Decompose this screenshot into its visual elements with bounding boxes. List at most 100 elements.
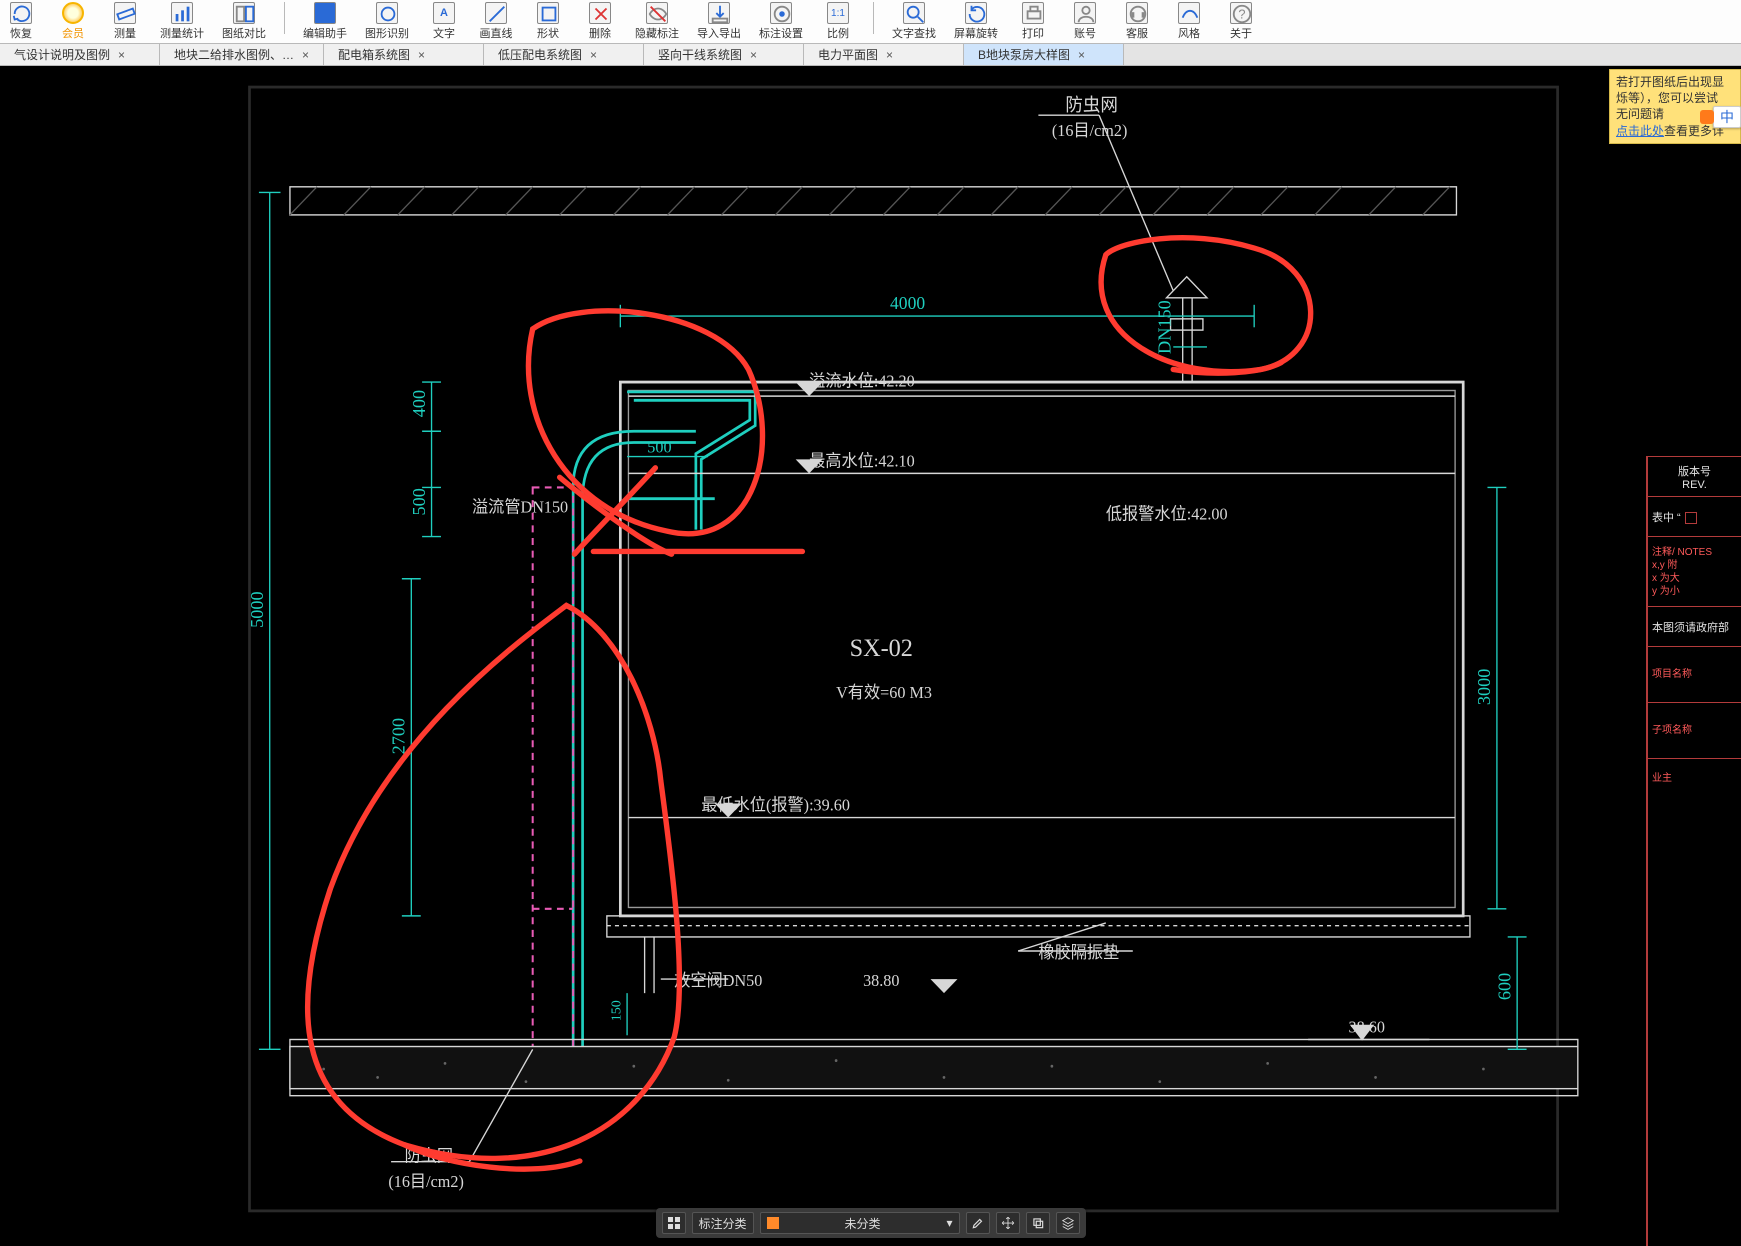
tool-shape-rec[interactable]: 图形识别 [365,2,409,41]
grid-icon[interactable] [661,1212,685,1234]
tool-compare[interactable]: 图纸对比 [222,2,266,41]
drawing-canvas[interactable]: 防虫网 (16目/cm2) 4000 DN150 5000 400 500 50… [0,66,1741,1246]
checkbox-icon [1685,512,1697,524]
tool-vip[interactable]: 会员 [56,2,90,41]
shape-icon [537,2,559,24]
tab-label: 配电箱系统图 [338,46,410,63]
move-button[interactable] [996,1212,1020,1234]
note-line: 烁等），您可以尝试 [1616,91,1718,105]
tool-about[interactable]: ? 关于 [1224,2,1258,41]
annot-category-dropdown[interactable]: 未分类 ▾ [760,1212,960,1234]
tab-label: 电力平面图 [818,46,878,63]
tab-label: 竖向干线系统图 [658,46,742,63]
rotate-icon [965,2,987,24]
close-icon[interactable]: × [118,48,125,62]
tab-power-plan[interactable]: 电力平面图 × [804,44,964,65]
about-icon: ? [1230,2,1252,24]
tool-restore[interactable]: 恢复 [4,2,38,41]
tool-line[interactable]: 画直线 [479,2,513,41]
tool-rotate[interactable]: 屏幕旋转 [954,2,998,41]
tool-label: 删除 [589,25,611,41]
tab-power-box[interactable]: 配电箱系统图 × [324,44,484,65]
tool-label: 测量统计 [160,25,204,41]
tool-label: 账号 [1074,25,1096,41]
tool-delete[interactable]: 删除 [583,2,617,41]
dim-2700: 2700 [389,718,409,755]
label-overflow-pipe: 溢流管DN150 [472,497,568,516]
dim-4000: 4000 [890,293,925,313]
layers-button[interactable] [1056,1212,1080,1234]
note-link[interactable]: 点击此处 [1616,124,1664,138]
tab-label: B地块泵房大样图 [978,46,1070,63]
vip-icon [62,2,84,24]
tool-label: 导入导出 [697,25,741,41]
tool-label: 文字查找 [892,25,936,41]
annotation-floatbar[interactable]: 标注分类 未分类 ▾ [655,1208,1085,1238]
tab-design-notes[interactable]: 气设计说明及图例 × [0,44,160,65]
tool-text[interactable]: A 文字 [427,2,461,41]
tool-label: 客服 [1126,25,1148,41]
dim-500: 500 [409,488,429,515]
close-icon[interactable]: × [302,48,309,62]
tool-measure-stats[interactable]: 测量统计 [160,2,204,41]
tool-label: 隐藏标注 [635,25,679,41]
label-annot-category: 标注分类 [691,1212,753,1234]
user-icon [1074,2,1096,24]
line-icon [485,2,507,24]
tab-riser[interactable]: 竖向干线系统图 × [644,44,804,65]
tab-drainage[interactable]: 地块二给排水图例、… × [160,44,324,65]
tool-account[interactable]: 账号 [1068,2,1102,41]
print-icon [1022,2,1044,24]
tool-label: 关于 [1230,25,1252,41]
note-line: 若打开图纸后出现显 [1616,75,1724,89]
tab-pumproom[interactable]: B地块泵房大样图 × [964,44,1124,65]
tb-revision: 版本号 REV. [1648,456,1741,496]
tool-shape[interactable]: 形状 [531,2,565,41]
dim-dn150: DN150 [1155,300,1175,354]
tool-label: 形状 [537,25,559,41]
tool-print[interactable]: 打印 [1016,2,1050,41]
measure-stats-icon [171,2,193,24]
ime-indicator[interactable]: 中 [1713,106,1741,128]
tb-gov: 本图须请政府部 [1648,606,1741,646]
cad-workspace[interactable]: 若打开图纸后出现显 烁等），您可以尝试 无问题请 点击此处查看更多详 中 [0,66,1741,1246]
dim-150: 150 [609,1000,624,1021]
tool-edit-assist[interactable]: 编辑助手 [303,2,347,41]
label-insect-bottom: 防虫网 [405,1146,454,1165]
tool-label: 图纸对比 [222,25,266,41]
scale-icon: 1:1 [827,2,849,24]
chevron-down-icon: ▾ [946,1216,952,1230]
hide-icon [646,2,668,24]
close-icon[interactable]: × [1078,48,1085,62]
measure-icon [114,2,136,24]
tool-measure[interactable]: 测量 [108,2,142,41]
tool-support[interactable]: 客服 [1120,2,1154,41]
edit-icon [314,2,336,24]
close-icon[interactable]: × [886,48,893,62]
copy-button[interactable] [1026,1212,1050,1234]
tb-notes: 注释/ NOTES x,y 附 x 为大 y 为小 [1648,536,1741,606]
tool-label: 打印 [1022,25,1044,41]
restore-icon [10,2,32,24]
tool-label: 恢复 [10,25,32,41]
edit-button[interactable] [966,1212,990,1234]
label-insect-bottom-spec: (16目/cm2) [388,1172,463,1191]
tool-find-text[interactable]: 文字查找 [892,2,936,41]
tool-style[interactable]: 风格 [1172,2,1206,41]
main-toolbar: 恢复 会员 测量 测量统计 图纸对比 编辑助手 图形识别 A 文字 画直线 形状… [0,0,1741,44]
dim-600: 600 [1495,973,1515,1000]
close-icon[interactable]: × [750,48,757,62]
tool-annot-settings[interactable]: 标注设置 [759,2,803,41]
close-icon[interactable]: × [418,48,425,62]
label-overflow-level: 溢流水位:42.20 [809,371,915,390]
tb-owner: 业主 [1648,758,1741,798]
delete-icon [589,2,611,24]
tool-import-export[interactable]: 导入导出 [697,2,741,41]
style-icon [1178,2,1200,24]
tab-lv-power[interactable]: 低压配电系统图 × [484,44,644,65]
tool-hide-annot[interactable]: 隐藏标注 [635,2,679,41]
tool-scale[interactable]: 1:1 比例 [821,2,855,41]
tb-star: 表中 “ [1648,496,1741,536]
elev-3880: 38.80 [863,971,899,990]
close-icon[interactable]: × [590,48,597,62]
